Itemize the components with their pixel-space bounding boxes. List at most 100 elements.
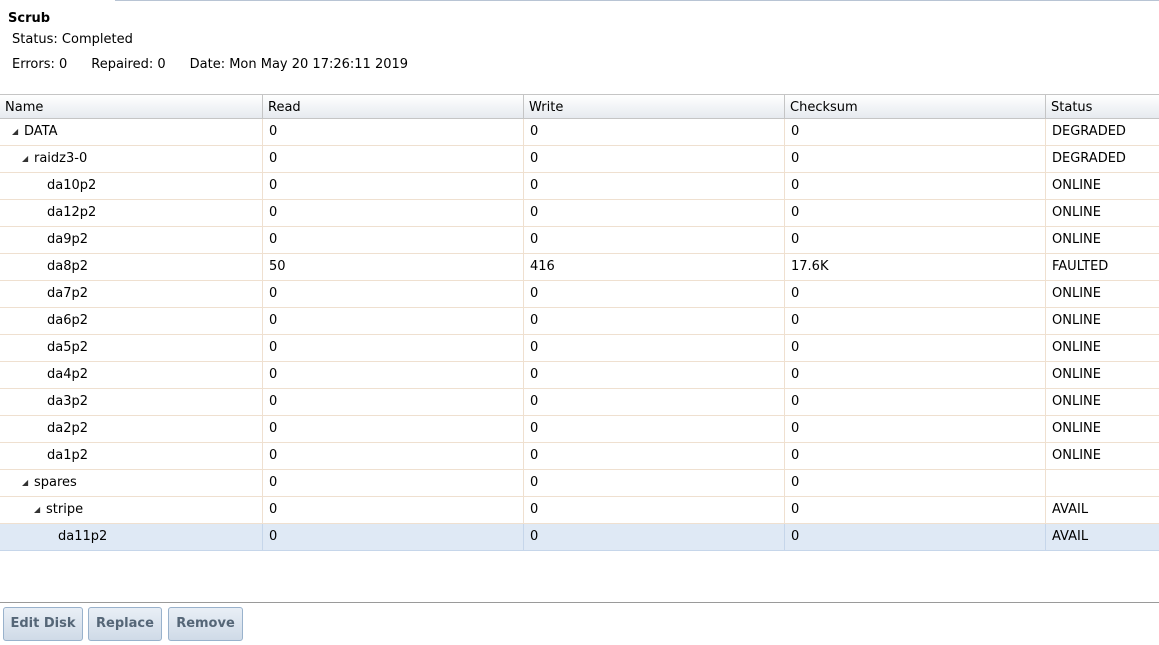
checksum-cell: 0 [785, 389, 1046, 415]
name-cell: ◢ raidz3-0 [0, 146, 263, 172]
name-cell: da12p2 [0, 200, 263, 226]
tree-expanded-triangle-icon[interactable]: ◢ [22, 474, 34, 492]
read-cell: 0 [263, 335, 524, 361]
table-row[interactable]: da6p2 0 0 0 ONLINE [0, 308, 1159, 335]
status-cell: ONLINE [1052, 178, 1101, 193]
read-cell: 0 [263, 146, 524, 172]
checksum-cell: 0 [785, 470, 1046, 496]
column-header-name[interactable]: Name [0, 95, 263, 118]
remove-button[interactable]: Remove [168, 607, 243, 641]
read-cell: 0 [263, 416, 524, 442]
checksum-cell: 0 [785, 227, 1046, 253]
column-header-read[interactable]: Read [263, 95, 524, 118]
row-name: spares [34, 475, 77, 490]
row-name: da9p2 [47, 232, 89, 247]
status-cell: ONLINE [1052, 367, 1101, 382]
replace-button[interactable]: Replace [88, 607, 162, 641]
read-cell: 0 [263, 443, 524, 469]
read-cell: 0 [263, 362, 524, 388]
edit-disk-button[interactable]: Edit Disk [3, 607, 83, 641]
status-cell: ONLINE [1052, 232, 1101, 247]
scrub-title: Scrub [8, 11, 51, 26]
tree-expanded-triangle-icon[interactable]: ◢ [12, 123, 24, 141]
name-cell: da11p2 [0, 524, 263, 550]
scrub-status: Status: Completed [12, 32, 133, 47]
table-row[interactable]: da1p2 0 0 0 ONLINE [0, 443, 1159, 470]
name-cell: ◢ stripe [0, 497, 263, 523]
table-row[interactable]: da5p2 0 0 0 ONLINE [0, 335, 1159, 362]
row-name: da10p2 [47, 178, 97, 193]
table-row[interactable]: da2p2 0 0 0 ONLINE [0, 416, 1159, 443]
row-name: raidz3-0 [34, 151, 88, 166]
status-cell [1046, 470, 1159, 496]
status-cell: ONLINE [1052, 448, 1101, 463]
row-name: da4p2 [47, 367, 89, 382]
write-cell: 0 [524, 524, 785, 550]
table-row[interactable]: ◢ stripe 0 0 0 AVAIL [0, 497, 1159, 524]
checksum-cell: 0 [785, 335, 1046, 361]
read-cell: 0 [263, 497, 524, 523]
write-cell: 0 [524, 416, 785, 442]
checksum-cell: 0 [785, 443, 1046, 469]
row-name: da6p2 [47, 313, 89, 328]
read-cell: 0 [263, 200, 524, 226]
status-cell: ONLINE [1052, 286, 1101, 301]
table-row[interactable]: da3p2 0 0 0 ONLINE [0, 389, 1159, 416]
read-cell: 0 [263, 308, 524, 334]
write-cell: 0 [524, 389, 785, 415]
column-header-write[interactable]: Write [524, 95, 785, 118]
table-row[interactable]: da12p2 0 0 0 ONLINE [0, 200, 1159, 227]
table-row[interactable]: da8p2 50 416 17.6K FAULTED [0, 254, 1159, 281]
write-cell: 0 [524, 200, 785, 226]
checksum-cell: 0 [785, 119, 1046, 145]
read-cell: 0 [263, 281, 524, 307]
row-name: da8p2 [47, 259, 89, 274]
read-cell: 0 [263, 524, 524, 550]
checksum-cell: 0 [785, 146, 1046, 172]
read-cell: 0 [263, 119, 524, 145]
name-cell: da2p2 [0, 416, 263, 442]
write-cell: 0 [524, 119, 785, 145]
row-name: da1p2 [47, 448, 89, 463]
name-cell: da1p2 [0, 443, 263, 469]
table-row[interactable]: ◢ DATA 0 0 0 DEGRADED [0, 119, 1159, 146]
tree-expanded-triangle-icon[interactable]: ◢ [34, 501, 46, 519]
write-cell: 0 [524, 497, 785, 523]
grid-header: Name Read Write Checksum Status [0, 95, 1159, 119]
checksum-cell: 0 [785, 524, 1046, 550]
column-header-checksum[interactable]: Checksum [785, 95, 1046, 118]
read-cell: 0 [263, 470, 524, 496]
read-cell: 0 [263, 227, 524, 253]
checksum-cell: 0 [785, 281, 1046, 307]
table-row[interactable]: da9p2 0 0 0 ONLINE [0, 227, 1159, 254]
table-row[interactable]: da10p2 0 0 0 ONLINE [0, 173, 1159, 200]
status-cell: ONLINE [1052, 340, 1101, 355]
write-cell: 0 [524, 443, 785, 469]
scrub-repaired: Repaired: 0 [91, 57, 166, 72]
scrub-summary: Scrub Status: Completed Errors: 0 Repaire… [0, 0, 1159, 94]
table-row-selected[interactable]: da11p2 0 0 0 AVAIL [0, 524, 1159, 551]
name-cell: da8p2 [0, 254, 263, 280]
name-cell: da7p2 [0, 281, 263, 307]
column-header-status[interactable]: Status [1046, 95, 1159, 118]
checksum-cell: 0 [785, 173, 1046, 199]
checksum-cell: 0 [785, 362, 1046, 388]
tree-expanded-triangle-icon[interactable]: ◢ [22, 150, 34, 168]
write-cell: 0 [524, 281, 785, 307]
disk-action-toolbar: Edit Disk Replace Remove [0, 604, 1159, 645]
status-cell: DEGRADED [1052, 151, 1126, 166]
checksum-cell: 0 [785, 416, 1046, 442]
status-cell: ONLINE [1052, 313, 1101, 328]
scrub-stats: Errors: 0 Repaired: 0 Date: Mon May 20 17:… [12, 57, 408, 72]
status-cell: DEGRADED [1052, 124, 1126, 139]
pool-status-grid: Name Read Write Checksum Status ◢ DATA 0 … [0, 94, 1159, 603]
status-cell: AVAIL [1052, 529, 1089, 544]
write-cell: 0 [524, 362, 785, 388]
table-row[interactable]: ◢ raidz3-0 0 0 0 DEGRADED [0, 146, 1159, 173]
name-cell: da5p2 [0, 335, 263, 361]
write-cell: 0 [524, 227, 785, 253]
table-row[interactable]: ◢ spares 0 0 0 [0, 470, 1159, 497]
name-cell: da9p2 [0, 227, 263, 253]
table-row[interactable]: da7p2 0 0 0 ONLINE [0, 281, 1159, 308]
table-row[interactable]: da4p2 0 0 0 ONLINE [0, 362, 1159, 389]
